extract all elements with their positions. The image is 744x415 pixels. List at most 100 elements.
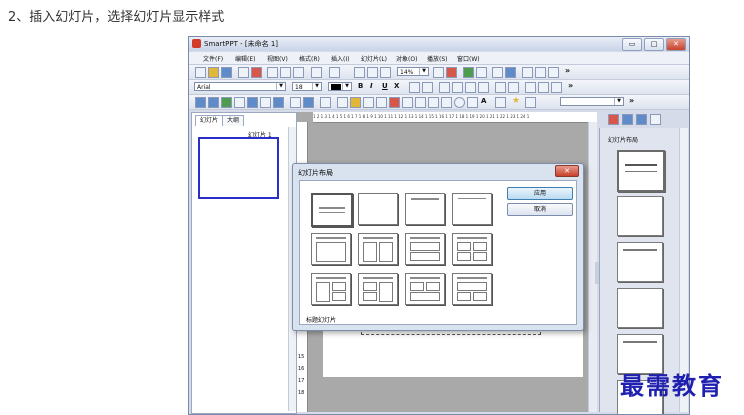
text-tool-icon[interactable]: A (480, 97, 487, 106)
chart-icon[interactable] (505, 67, 516, 78)
ellipse-icon[interactable] (454, 97, 465, 108)
font-select[interactable]: Arial ▼ (194, 82, 286, 91)
panel-icon[interactable] (608, 114, 619, 125)
layout-content-bottom-split[interactable] (452, 273, 492, 305)
maximize-button[interactable]: □ (644, 38, 664, 51)
layout-blank[interactable] (358, 193, 398, 225)
slide-show-icon[interactable] (522, 67, 533, 78)
minimize-button[interactable]: ▭ (622, 38, 642, 51)
menu-insert[interactable]: 插入(I) (331, 54, 349, 63)
layout-two-content[interactable] (358, 233, 398, 265)
layout-content-left-split[interactable] (311, 273, 351, 305)
help-icon[interactable] (548, 67, 559, 78)
layout-title-top[interactable] (452, 193, 492, 225)
dialog-close-button[interactable]: ✕ (555, 165, 579, 177)
copy-icon[interactable] (280, 67, 291, 78)
outdent-icon[interactable] (538, 82, 549, 93)
toolbar-overflow-icon[interactable]: » (629, 96, 634, 105)
panel-icon[interactable] (622, 114, 633, 125)
menu-edit[interactable]: 编辑(E) (235, 54, 255, 63)
flash-icon[interactable] (273, 97, 284, 108)
justify-icon[interactable] (478, 82, 489, 93)
grid-icon[interactable] (354, 67, 365, 78)
print-icon[interactable] (238, 67, 249, 78)
table-icon[interactable] (208, 97, 219, 108)
apply-button[interactable]: 应用 (507, 187, 573, 200)
menu-format[interactable]: 格式(R) (299, 54, 320, 63)
undo-icon[interactable] (311, 67, 322, 78)
shapes-icon[interactable] (467, 97, 478, 108)
crop-icon[interactable] (495, 97, 506, 108)
group-icon[interactable] (290, 97, 301, 108)
align-left-icon[interactable] (439, 82, 450, 93)
bold-button[interactable]: B (357, 82, 364, 91)
zoom-select[interactable]: 14% ▼ (397, 67, 429, 76)
menu-play[interactable]: 播放(S) (427, 54, 448, 63)
menu-file[interactable]: 文件(F) (203, 54, 223, 63)
toolbar-overflow-icon[interactable]: » (565, 66, 570, 75)
arrow-icon[interactable] (389, 97, 400, 108)
layout-option[interactable] (617, 288, 663, 328)
menu-slide[interactable]: 幻灯片(L) (361, 54, 387, 63)
layout-stacked-content[interactable] (405, 233, 445, 265)
layout-title-slide[interactable] (311, 193, 353, 227)
save-icon[interactable] (221, 67, 232, 78)
layout-four-content[interactable] (452, 233, 492, 265)
tab-slides[interactable]: 幻灯片 (195, 115, 224, 126)
layout-content-top-split[interactable] (405, 273, 445, 305)
layout-title-content[interactable] (311, 233, 351, 265)
print-preview-icon[interactable] (251, 67, 262, 78)
underline-button[interactable]: U (381, 82, 389, 91)
settings-icon[interactable] (535, 67, 546, 78)
color-icon[interactable] (433, 67, 444, 78)
curve-icon[interactable] (363, 97, 374, 108)
menu-window[interactable]: 窗口(W) (457, 54, 480, 63)
font-shrink-icon[interactable] (422, 82, 433, 93)
cancel-button[interactable]: 取消 (507, 203, 573, 216)
font-color-select[interactable]: ▼ (328, 82, 352, 91)
connector-icon[interactable] (402, 97, 413, 108)
rounded-rect-icon[interactable] (441, 97, 452, 108)
select-icon[interactable] (320, 97, 331, 108)
panel-icon[interactable] (636, 114, 647, 125)
cut-icon[interactable] (267, 67, 278, 78)
menu-view[interactable]: 视图(V) (267, 54, 288, 63)
fill-icon[interactable] (446, 67, 457, 78)
line-icon[interactable] (476, 67, 487, 78)
indent-icon[interactable] (525, 82, 536, 93)
layout-option[interactable] (617, 242, 663, 282)
paste-icon[interactable] (293, 67, 304, 78)
media-icon[interactable] (247, 97, 258, 108)
layout-option[interactable] (617, 196, 663, 236)
panel-icon[interactable] (650, 114, 661, 125)
menu-object[interactable]: 对象(O) (396, 54, 417, 63)
layout-title-only[interactable] (405, 193, 445, 225)
italic-button[interactable]: I (369, 82, 374, 91)
pen-icon[interactable] (337, 97, 348, 108)
star-icon[interactable]: ★ (512, 97, 521, 106)
font-grow-icon[interactable] (409, 82, 420, 93)
order-icon[interactable] (303, 97, 314, 108)
tab-outline[interactable]: 大纲 (222, 115, 245, 126)
redo-icon[interactable] (329, 67, 340, 78)
hyperlink-icon[interactable] (260, 97, 271, 108)
style-select[interactable]: ▼ (560, 97, 624, 106)
layout-option[interactable] (617, 150, 665, 192)
chart-insert-icon[interactable] (234, 97, 245, 108)
line-spacing-icon[interactable] (551, 82, 562, 93)
slide-thumbnail[interactable] (198, 137, 279, 199)
font-size-select[interactable]: 18 ▼ (292, 82, 322, 91)
zoom-fit-icon[interactable] (380, 67, 391, 78)
zoom-icon[interactable] (367, 67, 378, 78)
toolbar-overflow-icon[interactable]: » (568, 81, 573, 90)
layout-content-right-split[interactable] (358, 273, 398, 305)
effects-icon[interactable] (525, 97, 536, 108)
rectangle-icon[interactable] (428, 97, 439, 108)
align-right-icon[interactable] (465, 82, 476, 93)
open-icon[interactable] (208, 67, 219, 78)
freeform-icon[interactable] (376, 97, 387, 108)
numbering-icon[interactable] (508, 82, 519, 93)
bullets-icon[interactable] (495, 82, 506, 93)
text-box-icon[interactable] (492, 67, 503, 78)
layout-icon[interactable] (195, 97, 206, 108)
